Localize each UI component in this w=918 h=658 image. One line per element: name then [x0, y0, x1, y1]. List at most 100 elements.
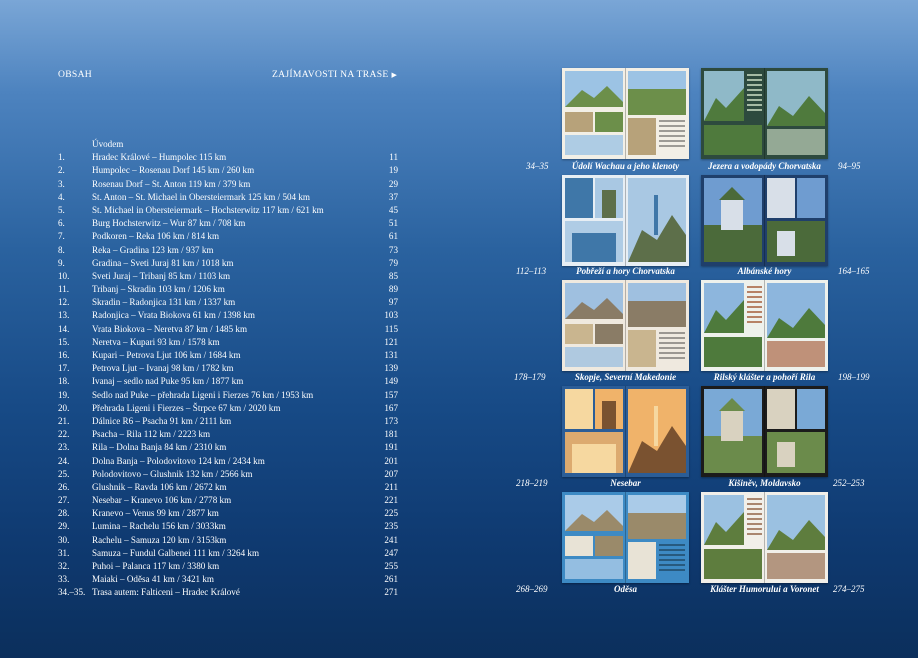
attractions-heading-label: ZAJÍMAVOSTI NA TRASE [272, 69, 389, 80]
toc-entry-number: 7. [58, 231, 65, 242]
toc-entry-title: Sveti Juraj – Tribanj 85 km / 1103 km [92, 270, 231, 281]
toc-entry-page: 19 [388, 165, 398, 176]
attraction-caption: Klášter Humorului a Voronet [710, 584, 819, 594]
toc-entry: 5. St. Michael in Obersteiermark – Hochst… [58, 204, 398, 217]
table-of-contents: Úvodem 1. Hradec Králové – Humpolec 115 km… [58, 138, 398, 600]
toc-entry-number: 24. [58, 455, 70, 466]
attraction-caption: Pobřeží a hory Chorvatska [576, 266, 675, 276]
attraction-caption: Nesebar [610, 478, 641, 488]
toc-entry: 22. Psacha – Rila 112 km / 2223 km 181 [58, 428, 398, 441]
toc-entry-title: Puhoi – Palanca 117 km / 3380 km [92, 561, 220, 571]
toc-entry-page: 191 [384, 442, 398, 453]
attraction-thumbnail [562, 492, 689, 583]
toc-entry: 26. Glushnik – Ravda 106 km / 2672 km 211 [58, 481, 398, 494]
attraction-page-range: 218–219 [516, 478, 548, 488]
attraction-thumbnail [701, 492, 828, 583]
toc-entry: 17. Petrova Ljut – Ivanaj 98 km / 1782 km… [58, 362, 398, 375]
toc-entry-number: 18. [58, 376, 70, 387]
toc-entry: 12. Skradin – Radonjica 131 km / 1337 km 9… [58, 296, 398, 309]
toc-entry-number: 25. [58, 468, 70, 479]
toc-entry-title: Gradina – Sveti Juraj 81 km / 1018 km [92, 257, 234, 268]
toc-entry: 19. Sedlo nad Puke – přehrada Ligeni i Fi… [58, 389, 398, 402]
toc-entry: 20. Přehrada Ligeni i Fierzes – Štrpce 67… [58, 402, 398, 415]
attraction-thumbnail [562, 386, 689, 477]
toc-entry: 6. Burg Hochsterwitz – Wur 87 km / 708 km… [58, 217, 398, 230]
toc-entry-number: 12. [58, 297, 70, 308]
toc-entry-title: Burg Hochsterwitz – Wur 87 km / 708 km [92, 218, 246, 229]
toc-entry-page: 255 [384, 561, 398, 571]
toc-entry: 30. Rachelu – Samuza 120 km / 3153km 241 [58, 534, 398, 547]
toc-entry-title: Vrata Biokova – Neretva 87 km / 1485 km [92, 323, 248, 334]
toc-entry-number: 8. [58, 244, 65, 255]
toc-entry-number: 6. [58, 218, 65, 229]
toc-entry-number: 27. [58, 495, 70, 506]
toc-entry-page: 167 [384, 402, 398, 413]
attraction-page-range: 178–179 [514, 372, 546, 382]
toc-entry-number: 26. [58, 481, 70, 492]
toc-entry-title: Polodovitovo – Glushnik 132 km / 2566 km [92, 468, 253, 479]
toc-entry-page: 61 [388, 231, 398, 242]
toc-entry-number: 5. [58, 204, 65, 215]
attraction-caption: Kišiněv, Moldavsko [728, 478, 801, 488]
toc-entry-page: 115 [384, 323, 398, 334]
toc-entry-title: Sedlo nad Puke – přehrada Ligeni i Fierz… [92, 389, 314, 400]
toc-entry: 14. Vrata Biokova – Neretva 87 km / 1485 … [58, 323, 398, 336]
toc-entry-number: 34.–35. [58, 587, 86, 598]
toc-entry-page: 207 [384, 468, 398, 479]
attraction-caption: Jezera a vodopády Chorvatska [708, 161, 821, 171]
toc-entry-number: 10. [58, 270, 70, 281]
toc-entry-title: Humpolec – Rosenau Dorf 145 km / 260 km [92, 165, 255, 176]
toc-entry: 18. Ivanaj – sedlo nad Puke 95 km / 1877 … [58, 375, 398, 388]
toc-entry-page: 221 [384, 495, 398, 506]
toc-entry: 25. Polodovitovo – Glushnik 132 km / 2566… [58, 468, 398, 481]
attraction-page-range: 198–199 [838, 372, 870, 382]
toc-entry: 9. Gradina – Sveti Juraj 81 km / 1018 km 7… [58, 257, 398, 270]
toc-entry-page: 201 [384, 455, 398, 466]
toc-entry-page: 173 [384, 415, 398, 426]
toc-entry-number: 33. [58, 574, 70, 585]
toc-entry: 1. Hradec Králové – Humpolec 115 km 11 [58, 151, 398, 164]
toc-entry-title: Dolna Banja – Polodovitovo 124 km / 2434… [92, 455, 265, 466]
attraction-caption: Oděsa [614, 584, 637, 594]
toc-entry: 15. Neretva – Kupari 93 km / 1578 km 121 [58, 336, 398, 349]
toc-entry-title: Neretva – Kupari 93 km / 1578 km [92, 336, 220, 347]
toc-entry: 13. Radonjica – Vrata Biokova 61 km / 139… [58, 309, 398, 322]
toc-entry: 16. Kupari – Petrova Ljut 106 km / 1684 k… [58, 349, 398, 362]
toc-entry-number: 21. [58, 415, 70, 426]
toc-entry: 34.–35. Trasa autem: Falticeni – Hradec K… [58, 586, 398, 599]
toc-entry-title: Tribanj – Skradin 103 km / 1206 km [92, 284, 225, 295]
toc-entry-page: 149 [384, 376, 398, 387]
toc-entry-page: 261 [384, 574, 398, 585]
toc-entry-page: 103 [384, 310, 398, 321]
toc-entry-title: Petrova Ljut – Ivanaj 98 km / 1782 km [92, 363, 234, 374]
attraction-thumbnail [701, 386, 828, 477]
toc-entry-page: 241 [384, 534, 398, 545]
toc-entry-page: 29 [388, 178, 398, 189]
toc-entry-title: Přehrada Ligeni i Fierzes – Štrpce 67 km… [92, 402, 281, 413]
toc-entry-title: Maiaki – Oděsa 41 km / 3421 km [92, 574, 214, 585]
toc-entry-number: 30. [58, 534, 70, 545]
toc-entry-page: 235 [384, 521, 398, 532]
toc-entry-title: Kranevo – Venus 99 km / 2877 km [92, 508, 219, 519]
attraction-page-range: 94–95 [838, 161, 861, 171]
toc-entry-page: 157 [384, 389, 398, 400]
toc-entry: 24. Dolna Banja – Polodovitovo 124 km / 2… [58, 455, 398, 468]
toc-entry: 7. Podkoren – Reka 106 km / 814 km 61 [58, 230, 398, 243]
toc-entry-title: Samuza – Fundul Galbenei 111 km / 3264 k… [92, 547, 260, 558]
attraction-page-range: 34–35 [526, 161, 549, 171]
attraction-thumbnail [701, 280, 828, 371]
toc-entry-number: 19. [58, 389, 70, 400]
toc-entry: 4. St. Anton – St. Michael in Obersteierm… [58, 191, 398, 204]
toc-entry-page: 225 [384, 508, 398, 519]
toc-entry: Úvodem [58, 138, 398, 151]
toc-entry-page: 45 [388, 204, 398, 215]
toc-entry-title: Ivanaj – sedlo nad Puke 95 km / 1877 km [92, 376, 244, 387]
toc-entry-number: 15. [58, 336, 70, 347]
toc-entry-title: Glushnik – Ravda 106 km / 2672 km [92, 481, 227, 492]
toc-entry-title: Rosenau Dorf – St. Anton 119 km / 379 km [92, 178, 251, 189]
toc-entry-number: 3. [58, 178, 65, 189]
toc-entry-title: Rachelu – Samuza 120 km / 3153km [92, 534, 227, 545]
toc-entry: 8. Reka – Gradina 123 km / 937 km 73 [58, 244, 398, 257]
toc-entry: 29. Lumina – Rachelu 156 km / 3033km 235 [58, 520, 398, 533]
toc-entry-number: 20. [58, 402, 70, 413]
